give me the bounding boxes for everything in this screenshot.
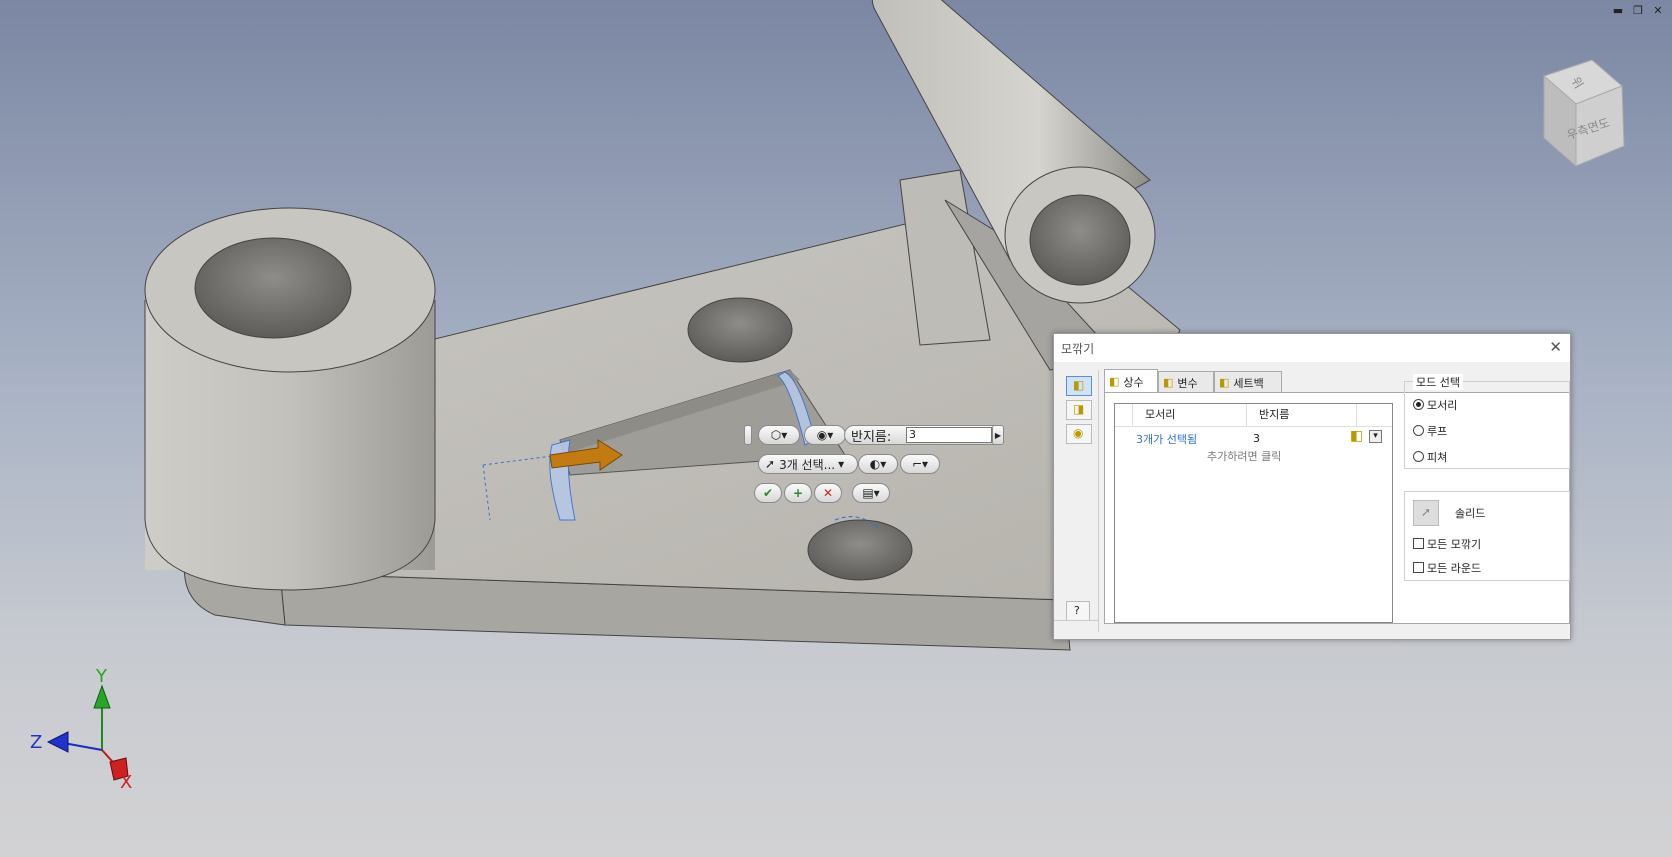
- setback-tab-icon: ◧: [1219, 376, 1230, 389]
- edge-select-icon: ⌐: [911, 457, 923, 471]
- tab-setback[interactable]: ◧ 세트백: [1214, 371, 1282, 393]
- arrow-right-icon: ▶: [994, 430, 1002, 440]
- mode-edge-radio[interactable]: [1413, 399, 1424, 410]
- dialog-footer-left: [1054, 620, 1098, 640]
- tab-constant[interactable]: ◧ 상수: [1104, 369, 1158, 393]
- row-radius-value[interactable]: 3: [1253, 432, 1260, 445]
- dialog-title: 모깎기: [1061, 342, 1095, 356]
- dropdown-arrow-icon: ▾: [781, 428, 788, 442]
- grid-header-divider: [1115, 426, 1392, 427]
- mode-select-group: 모드 선택 모서리 루프 피쳐: [1404, 374, 1570, 469]
- edge-fillet-icon: ◧: [1073, 378, 1085, 392]
- dropdown-arrow-icon: ▾: [922, 457, 929, 471]
- dropdown-arrow-icon: ▾: [827, 428, 834, 442]
- restore-button[interactable]: ❐: [1630, 4, 1646, 17]
- selection-label: 3개 선택...: [779, 457, 836, 472]
- mode-loop-label: 루프: [1427, 425, 1448, 438]
- 3d-viewport[interactable]: ▬ ❐ ✕ 위 우측면도 Y Z X ⬡ ▾ ◉ ▾ 반지름: 3 ▶ ➚ 3개…: [0, 0, 1672, 857]
- dialog-titlebar[interactable]: 모깎기 ✕: [1054, 334, 1570, 362]
- edge-fillet-button[interactable]: ◧: [1066, 376, 1092, 396]
- edge-radius-grid[interactable]: 모서리 반지름 3개가 선택됨 3 ◧ ▾ 추가하려면 클릭: [1114, 403, 1393, 623]
- full-round-fillet-button[interactable]: ◉: [1066, 424, 1092, 444]
- cross-icon: ✕: [822, 486, 834, 500]
- axis-z-label: Z: [30, 732, 43, 753]
- fillet-type-icon: ◐: [869, 457, 881, 471]
- mode-select-legend: 모드 선택: [1413, 374, 1463, 390]
- minimize-button[interactable]: ▬: [1610, 4, 1626, 17]
- add-solid-button[interactable]: ◉ ▾: [804, 425, 846, 445]
- face-fillet-button[interactable]: ◨: [1066, 400, 1092, 420]
- col-header-radius: 반지름: [1247, 404, 1357, 426]
- solids-group: ➚ 솔리드 모든 모깎기 모든 라운드: [1404, 491, 1570, 581]
- select-cursor-icon: ➚: [1421, 505, 1432, 519]
- mini-toolbar-grip[interactable]: [744, 425, 752, 445]
- mode-edge-label: 모서리: [1427, 399, 1458, 412]
- row-edge-selection[interactable]: 3개가 선택됨: [1136, 431, 1197, 447]
- solid-edge-icon: ⬡: [770, 428, 782, 442]
- apply-button[interactable]: +: [784, 483, 812, 503]
- edge-select-mode-button[interactable]: ⌐ ▾: [900, 454, 940, 474]
- dialog-divider: [1098, 370, 1099, 632]
- all-rounds-label: 모든 라운드: [1427, 562, 1482, 575]
- close-window-button[interactable]: ✕: [1650, 4, 1666, 17]
- row-edge-type-dropdown[interactable]: ▾: [1369, 430, 1382, 443]
- dropdown-arrow-icon: ▾: [1373, 431, 1378, 441]
- full-round-icon: ◉: [1073, 426, 1084, 440]
- selection-button[interactable]: ➚ 3개 선택... ▾: [758, 454, 858, 474]
- help-button[interactable]: ?: [1066, 601, 1090, 621]
- dropdown-arrow-icon: ▾: [880, 457, 887, 471]
- add-edge-hint[interactable]: 추가하려면 클릭: [1207, 448, 1281, 464]
- dialog-close-button[interactable]: ✕: [1549, 338, 1562, 356]
- plus-icon: +: [792, 486, 804, 500]
- tab-variable[interactable]: ◧ 변수: [1158, 371, 1214, 393]
- dialog-icon: ▤: [862, 486, 874, 500]
- coordinate-triad: Y Z X: [20, 666, 140, 800]
- add-solid-icon: ◉: [816, 428, 828, 442]
- ok-button[interactable]: ✔: [754, 483, 782, 503]
- constant-tab-icon: ◧: [1109, 375, 1120, 388]
- dialog-toggle-button[interactable]: ▤ ▾: [852, 483, 890, 503]
- row-header-column: [1115, 404, 1133, 426]
- solid-select-button[interactable]: ➚: [1413, 500, 1439, 526]
- all-fillets-label: 모든 모깎기: [1427, 538, 1482, 551]
- radius-label: 반지름:: [851, 429, 892, 445]
- check-icon: ✔: [762, 486, 774, 500]
- fillet-type-button[interactable]: ◐ ▾: [858, 454, 898, 474]
- mode-feature-label: 피쳐: [1427, 451, 1448, 464]
- cancel-button[interactable]: ✕: [814, 483, 842, 503]
- radius-input[interactable]: 3: [906, 427, 992, 443]
- all-rounds-checkbox[interactable]: [1413, 562, 1424, 573]
- dropdown-arrow-icon: ▾: [873, 486, 880, 500]
- cursor-icon: ➚: [765, 457, 776, 471]
- variable-tab-icon: ◧: [1163, 376, 1174, 389]
- dropdown-arrow-icon: ▾: [838, 457, 845, 471]
- axis-y-label: Y: [96, 666, 107, 687]
- mode-loop-radio[interactable]: [1413, 425, 1424, 436]
- col-header-edge: 모서리: [1133, 404, 1247, 426]
- all-fillets-checkbox[interactable]: [1413, 538, 1424, 549]
- face-fillet-icon: ◨: [1073, 402, 1085, 416]
- row-edge-type-icon: ◧: [1350, 428, 1364, 444]
- fillet-dialog: 모깎기 ✕ ◧ ◨ ◉ ? ◧ 상수 ◧ 변수 ◧ 세트백 모서리 반지름 3개…: [1053, 333, 1571, 640]
- mode-feature-radio[interactable]: [1413, 451, 1424, 462]
- edge-mode-button[interactable]: ⬡ ▾: [758, 425, 800, 445]
- view-cube[interactable]: 위 우측면도: [1532, 58, 1632, 168]
- solid-label: 솔리드: [1455, 507, 1486, 520]
- axis-x-label: X: [120, 772, 133, 793]
- help-icon: ?: [1074, 604, 1080, 617]
- radius-arrow-button[interactable]: ▶: [992, 425, 1004, 445]
